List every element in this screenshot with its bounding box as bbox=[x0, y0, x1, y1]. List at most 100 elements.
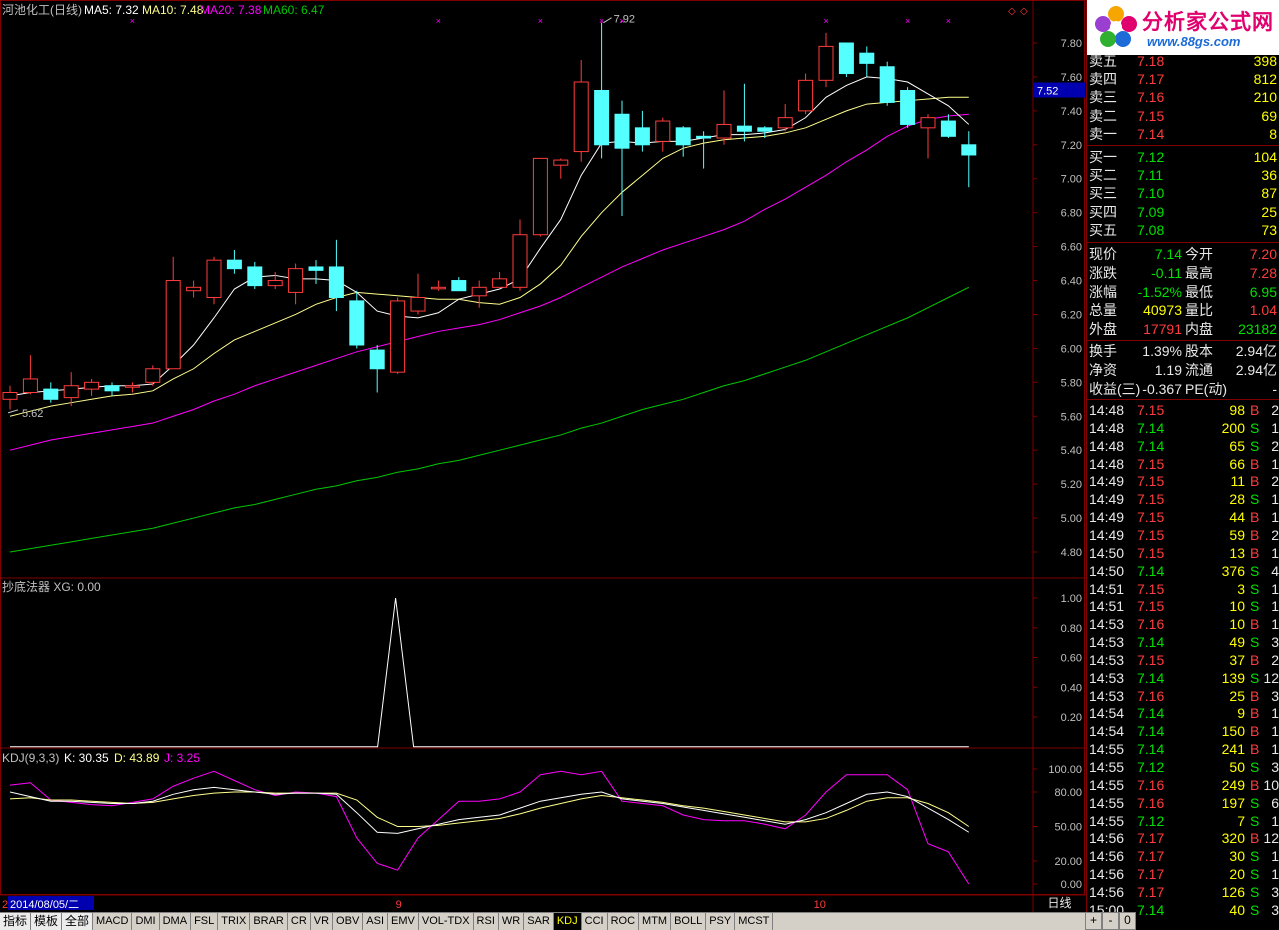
tab-roc[interactable]: ROC bbox=[608, 913, 640, 930]
tab-mcst[interactable]: MCST bbox=[735, 913, 774, 930]
stats-v2: 7.20 bbox=[1249, 246, 1277, 262]
high-label: 7.92 bbox=[614, 14, 635, 26]
candle bbox=[655, 117, 671, 152]
ticks-1: 7.15 bbox=[1137, 509, 1165, 526]
tab-dmi[interactable]: DMI bbox=[132, 913, 160, 930]
signal-marker: × bbox=[130, 16, 135, 26]
bids-label: 买二 bbox=[1089, 167, 1117, 184]
tick-row: 14:50 7.14 376 S 4 bbox=[1087, 562, 1279, 580]
ticks-0: 14:50 bbox=[1089, 544, 1125, 561]
tab-psy[interactable]: PSY bbox=[706, 913, 736, 930]
kdj-axis-label: 80.00 bbox=[1054, 787, 1082, 799]
stats-l1: 现价 bbox=[1089, 246, 1117, 262]
stats2-l2: 流通 bbox=[1185, 361, 1213, 378]
candle bbox=[308, 260, 324, 284]
tab-rsi[interactable]: RSI bbox=[474, 913, 499, 930]
ticks-2: 7 bbox=[1237, 812, 1245, 829]
tick-row: 14:54 7.14 150 B 1 bbox=[1087, 722, 1279, 740]
ma20-line bbox=[9, 113, 969, 451]
zoom-out-button[interactable]: - bbox=[1102, 912, 1119, 930]
tab-模板[interactable]: 模板 bbox=[31, 913, 63, 930]
candle bbox=[940, 114, 956, 139]
ticks-0: 14:51 bbox=[1089, 598, 1125, 615]
tick-row: 14:56 7.17 126 S 3 bbox=[1087, 883, 1279, 901]
price-axis-label: 7.80 bbox=[1061, 38, 1082, 50]
tab-fsl[interactable]: FSL bbox=[191, 913, 219, 930]
ticks-0: 14:51 bbox=[1089, 580, 1125, 597]
candle-body bbox=[532, 157, 548, 236]
ticks-1: 7.14 bbox=[1137, 705, 1165, 722]
ticks-1: 7.17 bbox=[1137, 848, 1165, 865]
tick-row: 14:53 7.14 139 S 12 bbox=[1087, 669, 1279, 687]
ticks-2: 25 bbox=[1229, 687, 1245, 704]
tab-dma[interactable]: DMA bbox=[160, 913, 192, 930]
tab-emv[interactable]: EMV bbox=[388, 913, 419, 930]
tick-row: 14:53 7.15 37 B 2 bbox=[1087, 651, 1279, 669]
candle-body bbox=[920, 117, 936, 129]
tab-mtm[interactable]: MTM bbox=[639, 913, 672, 930]
candle-body bbox=[288, 268, 304, 293]
asks-vol: 812 bbox=[1253, 71, 1277, 88]
ticks-1: 7.15 bbox=[1137, 580, 1165, 597]
zoom-in-button[interactable]: + bbox=[1085, 912, 1102, 930]
tab-指标[interactable]: 指标 bbox=[0, 913, 32, 930]
tab-boll[interactable]: BOLL bbox=[671, 913, 707, 930]
tab-wr[interactable]: WR bbox=[499, 913, 525, 930]
tab-全部[interactable]: 全部 bbox=[62, 913, 94, 930]
tab-obv[interactable]: OBV bbox=[333, 913, 364, 930]
chart-area[interactable]: 7.80 7.60 7.40 7.20 7.00 6.80 6.60 6.40 6.20 6.00… bbox=[0, 0, 1085, 912]
tab-cci[interactable]: CCI bbox=[582, 913, 608, 930]
tab-brar[interactable]: BRAR bbox=[250, 913, 288, 930]
ticks-3: B bbox=[1250, 544, 1260, 561]
tick-row: 14:53 7.16 25 B 3 bbox=[1087, 687, 1279, 705]
stats-l2: 最高 bbox=[1185, 264, 1213, 281]
ma5-line bbox=[9, 76, 970, 397]
signal-marker: × bbox=[905, 16, 910, 26]
candle bbox=[532, 157, 548, 237]
signal-marker: × bbox=[538, 16, 543, 26]
stats-v2: 7.28 bbox=[1249, 264, 1277, 281]
tab-kdj[interactable]: KDJ bbox=[553, 913, 582, 930]
candle bbox=[124, 382, 140, 393]
candle-body bbox=[757, 127, 773, 132]
candle bbox=[84, 378, 100, 396]
tab-vol-tdx[interactable]: VOL-TDX bbox=[419, 913, 474, 930]
price-axis-label: 6.00 bbox=[1061, 343, 1082, 355]
ticks-3: B bbox=[1250, 526, 1260, 543]
xg-signal-line bbox=[10, 597, 969, 748]
candle-body bbox=[655, 120, 671, 142]
asks-price: 7.15 bbox=[1137, 107, 1165, 124]
candle bbox=[430, 280, 446, 291]
candle bbox=[696, 131, 712, 169]
candle-body bbox=[451, 280, 467, 292]
tab-macd[interactable]: MACD bbox=[93, 913, 133, 930]
price-axis-label: 5.80 bbox=[1061, 377, 1082, 389]
quote-panel: 分析家公式网 www.88gs.com 卖五 7.18 398 卖四 7.17 812 卖三… bbox=[1086, 0, 1279, 930]
tab-sar[interactable]: SAR bbox=[524, 913, 554, 930]
candle bbox=[390, 297, 406, 374]
ticks-3: S bbox=[1250, 812, 1260, 829]
panel-separator bbox=[1087, 399, 1279, 400]
tab-asi[interactable]: ASI bbox=[363, 913, 389, 930]
ticks-4: 1 bbox=[1271, 598, 1279, 615]
candle-body bbox=[226, 259, 242, 270]
stats2-l1: 换手 bbox=[1089, 343, 1117, 359]
candle bbox=[716, 90, 732, 145]
tab-vr[interactable]: VR bbox=[311, 913, 334, 930]
asks-price: 7.18 bbox=[1137, 53, 1165, 69]
bids-price: 7.12 bbox=[1137, 149, 1165, 165]
ticks-0: 14:55 bbox=[1089, 812, 1125, 829]
reset-button[interactable]: 0 bbox=[1119, 912, 1136, 930]
stat2-row: 收益(三) -0.367 PE(动) - bbox=[1087, 380, 1279, 398]
stock-title: 河池化工(日线) bbox=[2, 3, 82, 17]
candle bbox=[328, 239, 344, 312]
ticks-4: 1 bbox=[1271, 741, 1279, 758]
ticks-1: 7.16 bbox=[1137, 794, 1165, 811]
ticks-1: 7.15 bbox=[1137, 473, 1165, 490]
tab-cr[interactable]: CR bbox=[288, 913, 311, 930]
tab-trix[interactable]: TRIX bbox=[218, 913, 251, 930]
asks-vol: 210 bbox=[1253, 89, 1277, 106]
price-axis-label: 7.40 bbox=[1061, 106, 1082, 118]
tick-row: 14:55 7.16 249 B 10 bbox=[1087, 776, 1279, 794]
stats2-l1: 收益(三) bbox=[1089, 380, 1141, 397]
